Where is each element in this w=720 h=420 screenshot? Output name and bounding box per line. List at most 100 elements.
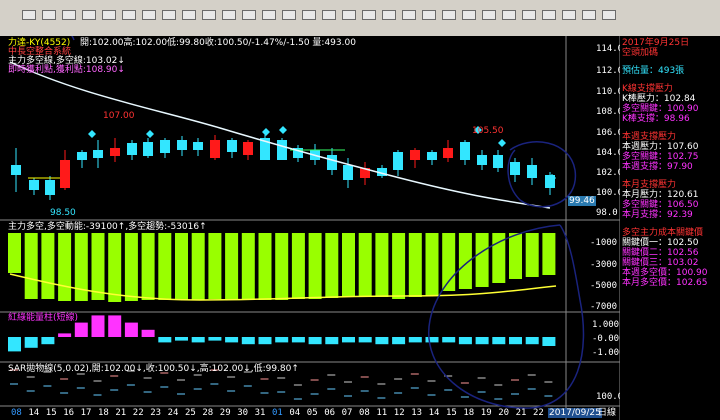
volume-bar: [392, 233, 406, 299]
toolbar-button[interactable]: [122, 10, 136, 20]
oscillator-bar: [158, 337, 172, 343]
toolbar-button[interactable]: [442, 10, 456, 20]
oscillator-bar: [241, 337, 255, 345]
toolbar-button[interactable]: [522, 10, 536, 20]
candle-body: [460, 142, 470, 160]
side-date: 2017年9月25日: [622, 38, 690, 48]
x-tick-label: 14: [28, 408, 40, 418]
volume-bar: [41, 233, 55, 299]
toolbar-button[interactable]: [502, 10, 516, 20]
toolbar-button[interactable]: [362, 10, 376, 20]
volume-bar: [375, 233, 389, 297]
x-tick-label: 22: [132, 408, 144, 418]
toolbar-button[interactable]: [142, 10, 156, 20]
volume-bar: [24, 233, 38, 299]
w-pressure: 本週壓力：107.60: [622, 142, 699, 152]
oscillator-bar: [492, 337, 506, 345]
volume-bar: [342, 233, 355, 297]
toolbar-button[interactable]: [562, 10, 576, 20]
x-tick-label: 29: [219, 408, 231, 418]
k-longshort: 多空關鍵：100.90: [622, 104, 699, 114]
candle-body: [93, 150, 103, 158]
x-tick-label: 07: [341, 408, 353, 418]
candle-body: [60, 160, 70, 188]
x-tick-label: 15: [446, 408, 457, 418]
candle-body: [227, 140, 237, 152]
toolbar-button[interactable]: [222, 10, 236, 20]
toolbar-button[interactable]: [62, 10, 76, 20]
candle-body: [11, 165, 21, 175]
volume-tick: -1000: [590, 238, 618, 248]
w-longshort: 多空關鍵：102.75: [622, 152, 699, 162]
toolbar-button[interactable]: [382, 10, 396, 20]
date-cursor-label: 2017/09/25: [548, 408, 602, 418]
toolbar-button[interactable]: [82, 10, 96, 20]
toolbar-button[interactable]: [202, 10, 216, 20]
toolbar-button[interactable]: [342, 10, 356, 20]
oscillator-bar: [74, 322, 88, 337]
toolbar-button[interactable]: [162, 10, 176, 20]
volume-bar: [291, 233, 305, 299]
volume-bar: [308, 233, 322, 299]
toolbar-button[interactable]: [542, 10, 556, 20]
cost-week-ls: 本週多空價：100.90: [622, 268, 708, 278]
toolbar-button[interactable]: [262, 10, 276, 20]
oscillator-bar: [258, 337, 272, 345]
toolbar-button[interactable]: [302, 10, 316, 20]
x-tick-label: 24: [167, 408, 179, 418]
x-tick-label: 20: [498, 408, 510, 418]
candle-body: [343, 165, 353, 180]
x-tick-label: 22: [533, 408, 544, 418]
x-tick-label: 31: [254, 408, 266, 418]
toolbar-button[interactable]: [462, 10, 476, 20]
toolbar-button[interactable]: [482, 10, 496, 20]
oscillator-bar: [108, 315, 122, 337]
toolbar-button[interactable]: [422, 10, 436, 20]
m-support: 本月支撐：92.39: [622, 210, 693, 220]
toolbar-button[interactable]: [242, 10, 256, 20]
oscillator-bar: [458, 337, 472, 345]
high2-label: 105.50: [472, 126, 504, 136]
x-tick-label: 08: [359, 408, 370, 418]
candle-body: [443, 148, 453, 158]
x-tick-label: 06: [324, 408, 336, 418]
toolbar-button[interactable]: [402, 10, 416, 20]
toolbar-button[interactable]: [42, 10, 56, 20]
toolbar-button[interactable]: [282, 10, 296, 20]
candle-body: [160, 140, 170, 153]
oscillator-bar: [342, 337, 355, 343]
toolbar-button[interactable]: [182, 10, 196, 20]
candle-body: [77, 152, 87, 160]
volume-bar: [358, 233, 372, 296]
toolbar-button[interactable]: [102, 10, 116, 20]
oscillator-bar: [408, 337, 422, 343]
oscillator-bar: [24, 337, 38, 348]
toolbar-button[interactable]: [602, 10, 616, 20]
x-tick-label: 21: [115, 408, 127, 418]
candle-body: [29, 180, 39, 190]
m-pressure: 本月壓力：120.61: [622, 190, 699, 200]
volume-bar: [191, 233, 205, 300]
oscillator-bar: [8, 337, 21, 352]
candle-body: [193, 142, 203, 150]
toolbar-button[interactable]: [322, 10, 336, 20]
oscillator-bar: [191, 337, 205, 343]
volume-bar: [275, 233, 289, 300]
x-tick-label: 30: [237, 408, 249, 418]
volume-bar: [325, 233, 339, 298]
x-tick-label: 15: [45, 408, 57, 418]
oscillator-bar: [375, 337, 389, 345]
toolbar-button[interactable]: [582, 10, 596, 20]
x-tick-label: 19: [480, 408, 492, 418]
oscillator-bar: [91, 315, 105, 337]
candle-body: [393, 152, 403, 170]
k-section-title: K線支撐壓力: [622, 84, 673, 94]
profit-point: 即時獲利點,獲利點:108.90↓: [8, 65, 125, 75]
volume-bar: [91, 233, 105, 300]
toolbar-button[interactable]: [22, 10, 36, 20]
m-longshort: 多空關鍵：106.50: [622, 200, 699, 210]
volume-bar: [542, 233, 556, 275]
candle-body: [127, 143, 137, 155]
volume-bar: [408, 233, 422, 297]
x-tick-label: 28: [202, 408, 214, 418]
